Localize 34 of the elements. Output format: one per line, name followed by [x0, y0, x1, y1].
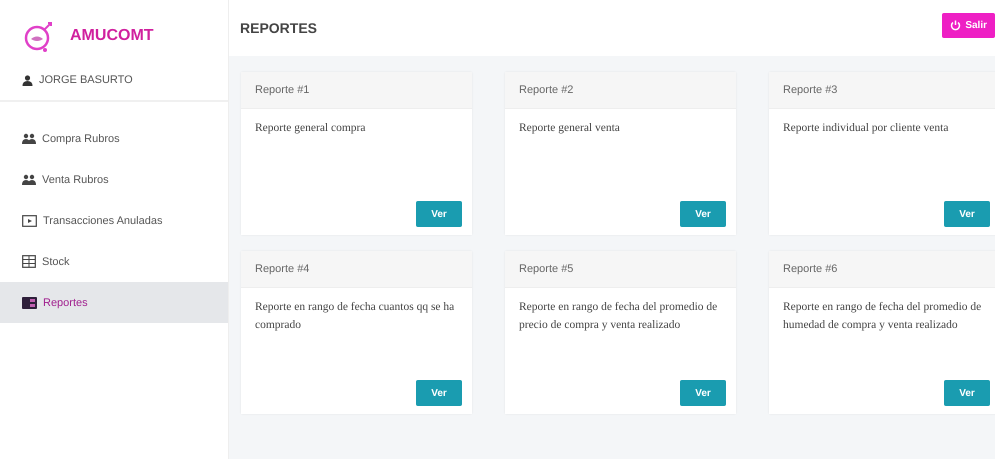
- view-button[interactable]: Ver: [416, 380, 462, 406]
- card-description: Reporte general compra: [255, 121, 366, 136]
- view-button[interactable]: Ver: [680, 380, 726, 406]
- card-description: Reporte general venta: [519, 121, 621, 136]
- sidebar-item[interactable]: Compra Rubros: [0, 118, 228, 159]
- card-title: Reporte #1: [255, 84, 310, 96]
- brand-name: AMUCOMT: [70, 27, 154, 45]
- card-title: Reporte #5: [519, 263, 574, 275]
- sidebar-item[interactable]: Venta Rubros: [0, 159, 228, 200]
- card-description: Reporte en rango de fecha del promedio de humedad de compra y venta realizado: [783, 300, 982, 333]
- sidebar-item[interactable]: Reportes: [0, 282, 228, 323]
- view-button[interactable]: Ver: [416, 201, 462, 227]
- report-icon: [22, 296, 37, 308]
- columns-icon: [22, 255, 36, 268]
- play-icon: [22, 214, 37, 226]
- sidebar-item[interactable]: Transacciones Anuladas: [0, 200, 228, 241]
- sidebar-item[interactable]: Stock: [0, 241, 228, 282]
- card-title: Reporte #4: [255, 263, 310, 275]
- user-icon: [22, 74, 33, 86]
- view-button[interactable]: Ver: [944, 380, 990, 406]
- logout-button[interactable]: Salir: [942, 12, 995, 38]
- power-icon: [950, 20, 962, 30]
- user-name: JORGE BASURTO: [39, 74, 133, 86]
- card-title: Reporte #6: [783, 263, 838, 275]
- card-description: Reporte en rango de fecha del promedio de precio de compra y venta realizado: [519, 300, 718, 333]
- card-title: Reporte #2: [519, 84, 574, 96]
- users-icon: [22, 174, 36, 185]
- card-description: Reporte en rango de fecha cuantos qq se ha comprado: [255, 300, 456, 333]
- card-description: Reporte individual por cliente venta: [783, 121, 950, 136]
- view-button[interactable]: Ver: [944, 201, 990, 227]
- users-icon: [22, 133, 36, 144]
- page-title: REPORTES: [240, 20, 318, 36]
- view-button[interactable]: Ver: [680, 201, 726, 227]
- card-title: Reporte #3: [783, 84, 838, 96]
